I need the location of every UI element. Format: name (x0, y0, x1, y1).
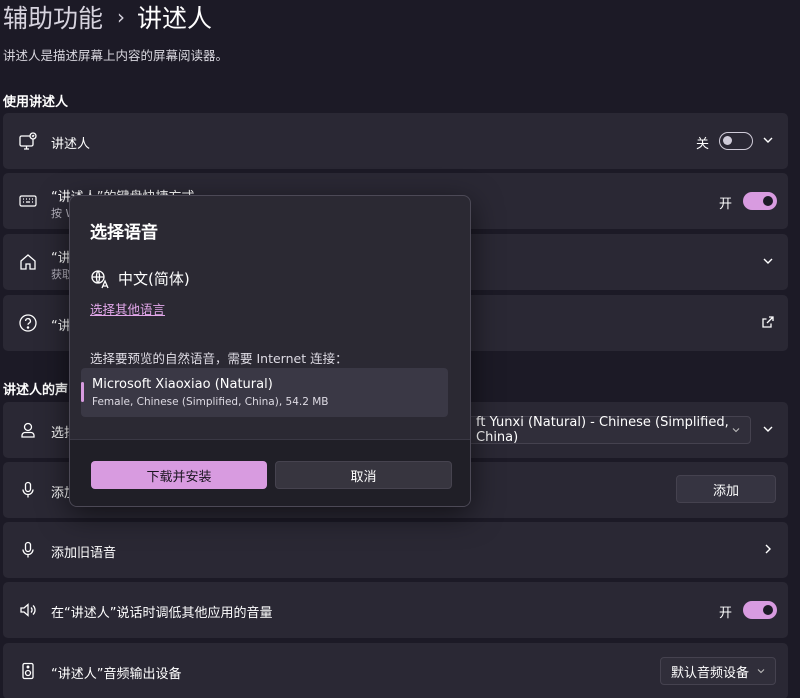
voice-select[interactable]: ft Yunxi (Natural) - Chinese (Simplified… (465, 415, 751, 445)
help-label: “讲 (51, 319, 71, 334)
home-label: “讲 (51, 251, 71, 266)
chevron-right-icon[interactable] (760, 541, 776, 557)
chevron-down-icon (755, 665, 767, 677)
chevron-down-icon[interactable] (760, 253, 776, 269)
person-icon (17, 419, 39, 441)
audio-output-label: “讲述人”音频输出设备 (51, 667, 182, 682)
microphone-icon (17, 479, 39, 501)
narrator-card[interactable]: 讲述人 关 (3, 113, 788, 169)
choose-voice-dialog: 选择语音 中文(简体) 选择其他语言 选择要预览的自然语音，需要 Interne… (69, 195, 471, 507)
narrator-toggle[interactable] (719, 132, 753, 150)
chevron-down-icon[interactable] (760, 132, 776, 148)
add-voice-button[interactable]: 添加 (676, 475, 776, 503)
page-title: 讲述人 (137, 4, 213, 33)
section-title-voice: 讲述人的声 (3, 383, 69, 398)
selection-indicator (81, 382, 84, 402)
lower-volume-label: 在“讲述人”说话时调低其他应用的音量 (51, 606, 273, 621)
language-icon (90, 269, 110, 289)
keyboard-icon (17, 190, 39, 212)
chevron-down-icon[interactable] (760, 421, 776, 437)
dialog-prompt: 选择要预览的自然语音，需要 Internet 连接： (90, 351, 348, 366)
lower-volume-card[interactable]: 在“讲述人”说话时调低其他应用的音量 开 (3, 582, 788, 638)
external-link-icon[interactable] (760, 314, 776, 330)
breadcrumb-separator: › (117, 5, 126, 29)
voice-detail: Female, Chinese (Simplified, China), 54.… (92, 396, 329, 408)
download-install-button[interactable]: 下载并安装 (91, 461, 267, 489)
other-language-link[interactable]: 选择其他语言 (90, 299, 165, 318)
cancel-button[interactable]: 取消 (275, 461, 452, 489)
audio-output-select-value: 默认音频设备 (671, 665, 750, 681)
audio-device-icon (17, 660, 39, 682)
audio-output-select[interactable]: 默认音频设备 (660, 657, 776, 685)
voice-select-value: ft Yunxi (Natural) - Chinese (Simplified… (476, 415, 729, 445)
chevron-down-icon (730, 424, 742, 436)
voice-name: Microsoft Xiaoxiao (Natural) (92, 377, 273, 392)
dialog-footer: 下载并安装 取消 (70, 439, 470, 506)
shortcut-toggle-state: 开 (719, 197, 733, 212)
narrator-toggle-state: 关 (696, 137, 710, 152)
add-legacy-card[interactable]: 添加旧语音 (3, 522, 788, 578)
narrator-label: 讲述人 (51, 137, 91, 152)
speaker-icon (17, 599, 39, 621)
breadcrumb: 辅助功能 › 讲述人 (3, 0, 212, 34)
add-legacy-label: 添加旧语音 (51, 546, 117, 561)
dialog-title: 选择语音 (90, 223, 158, 243)
lower-volume-toggle[interactable] (743, 601, 777, 619)
home-icon (17, 251, 39, 273)
breadcrumb-parent[interactable]: 辅助功能 (3, 0, 103, 35)
narrator-icon (17, 130, 39, 152)
help-icon (17, 312, 39, 334)
dialog-language-row: 中文(简体) (90, 268, 190, 289)
dialog-language-name: 中文(简体) (118, 270, 190, 288)
microphone-icon (17, 539, 39, 561)
page-description: 讲述人是描述屏幕上内容的屏幕阅读器。 (3, 48, 229, 63)
audio-output-card[interactable]: “讲述人”音频输出设备 默认音频设备 (3, 643, 788, 698)
shortcut-toggle[interactable] (743, 192, 777, 210)
lower-volume-toggle-state: 开 (719, 606, 733, 621)
voice-list-item[interactable]: Microsoft Xiaoxiao (Natural) Female, Chi… (81, 368, 448, 417)
section-title-use: 使用讲述人 (3, 95, 69, 110)
